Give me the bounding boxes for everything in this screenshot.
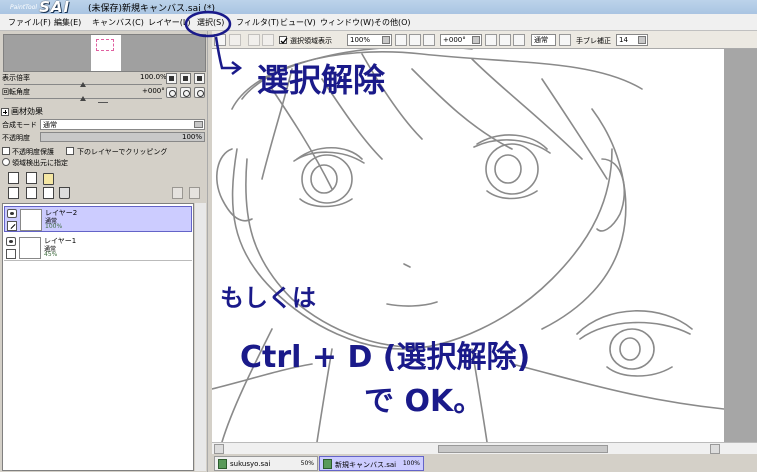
annotation-overlay <box>184 10 243 75</box>
hscroll-thumb[interactable] <box>438 445 608 453</box>
tab-zoom: 50% <box>300 460 314 467</box>
scroll-left-arrow[interactable] <box>214 444 224 454</box>
tab-sukusyo[interactable]: sukusyo.sai 50% <box>214 456 318 471</box>
tab-label: 新規キャンバス.sai <box>335 461 397 469</box>
scroll-right-arrow[interactable] <box>710 444 720 454</box>
document-icon <box>218 459 227 469</box>
tab-label: sukusyo.sai <box>230 460 271 468</box>
tab-new-canvas[interactable]: 新規キャンバス.sai 100% <box>319 456 424 471</box>
highlight-circle <box>184 10 232 38</box>
tab-zoom: 100% <box>402 460 420 467</box>
document-tab-bar: sukusyo.sai 50% 新規キャンバス.sai 100% <box>212 455 757 472</box>
canvas-hscrollbar[interactable] <box>212 442 757 454</box>
document-icon <box>323 459 332 469</box>
